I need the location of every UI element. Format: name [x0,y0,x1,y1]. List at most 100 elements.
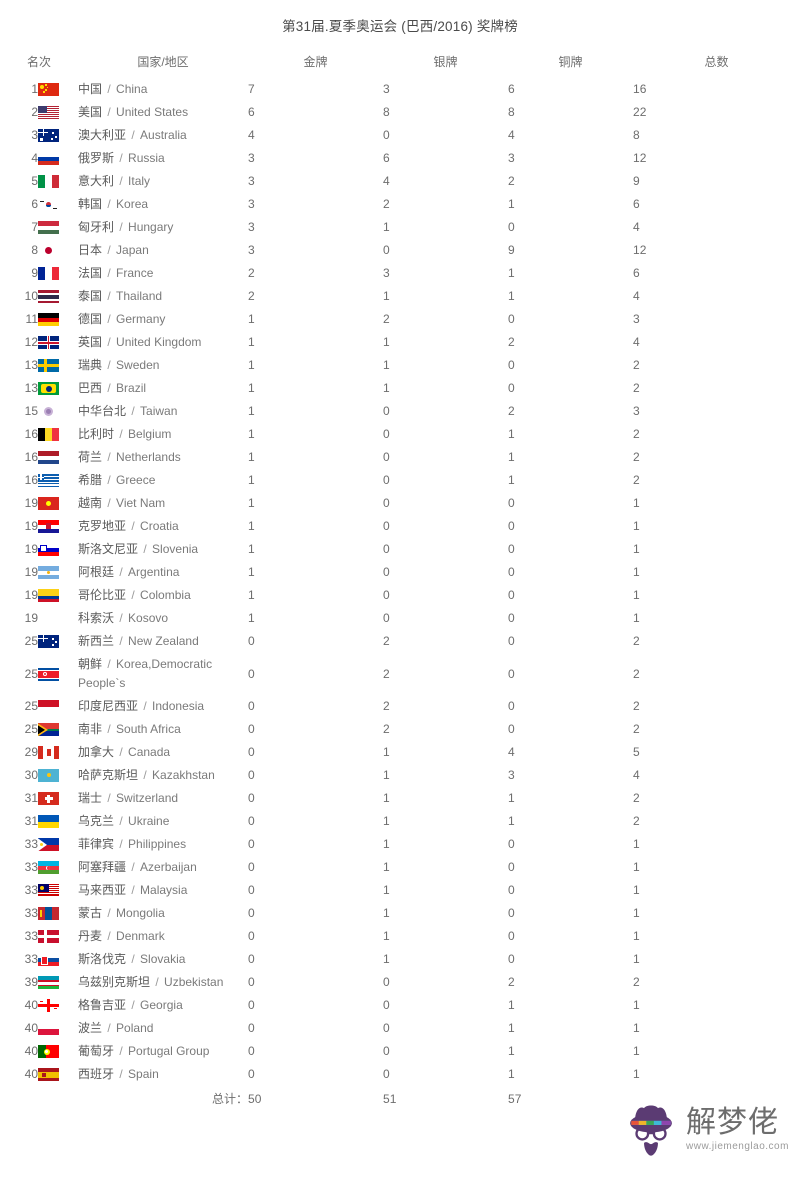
cell-country[interactable]: 巴西 / Brazil [78,377,248,400]
cell-country[interactable]: 斯洛伐克 / Slovakia [78,948,248,971]
cell-country[interactable]: 中国 / China [78,78,248,101]
cell-rank: 31 [24,791,38,805]
cell-country[interactable]: 俄罗斯 / Russia [78,147,248,170]
cell-gold: 0 [248,952,255,966]
cell-country[interactable]: 马来西亚 / Malaysia [78,879,248,902]
cell-rank: 16 [24,427,38,441]
cell-country[interactable]: 澳大利亚 / Australia [78,124,248,147]
flag-icon-za [38,723,59,737]
country-name-en: United States [116,105,189,119]
flag-icon-it [38,175,59,189]
cell-country[interactable]: 斯洛文尼亚 / Slovenia [78,538,248,561]
country-name-cn: 阿根廷 [78,565,115,579]
cell-country[interactable]: 南非 / South Africa [78,718,248,741]
flag-icon-th [38,290,59,304]
cell-country[interactable]: 格鲁吉亚 / Georgia [78,994,248,1017]
table-row: 13 瑞典 / Sweden 1 1 0 2 [0,354,800,377]
cell-country[interactable]: 克罗地亚 / Croatia [78,515,248,538]
cell-country[interactable]: 中华台北 / Taiwan [78,400,248,423]
country-name-en: Spain [128,1067,159,1081]
country-name-cn: 哈萨克斯坦 [78,768,139,782]
country-name-separator: / [104,791,115,805]
cell-country[interactable]: 哈萨克斯坦 / Kazakhstan [78,764,248,787]
country-name-cn: 越南 [78,496,103,510]
cell-country[interactable]: 英国 / United Kingdom [78,331,248,354]
cell-country[interactable]: 美国 / United States [78,101,248,124]
cell-rank: 19 [24,496,38,510]
cell-country[interactable]: 荷兰 / Netherlands [78,446,248,469]
cell-country[interactable]: 西班牙 / Spain [78,1063,248,1086]
cell-country[interactable]: 波兰 / Poland [78,1017,248,1040]
cell-country[interactable]: 乌兹别克斯坦 / Uzbekistan [78,971,248,994]
cell-country[interactable]: 新西兰 / New Zealand [78,630,248,653]
cell-bronze: 0 [508,312,515,326]
cell-total: 1 [633,929,640,943]
cell-country[interactable]: 意大利 / Italy [78,170,248,193]
country-name-separator: / [104,906,115,920]
cell-country[interactable]: 希腊 / Greece [78,469,248,492]
cell-flag [38,925,78,948]
flag-icon-my [38,884,59,898]
country-name-en: Japan [116,243,149,257]
cell-bronze: 1 [508,814,515,828]
cell-country[interactable]: 瑞士 / Switzerland [78,787,248,810]
cell-country[interactable]: 比利时 / Belgium [78,423,248,446]
cell-rank: 19 [24,588,38,602]
flag-icon-fr [38,267,59,281]
cell-country[interactable]: 葡萄牙 / Portugal Group [78,1040,248,1063]
table-row: 5 意大利 / Italy 3 4 2 9 [0,170,800,193]
totals-flag-blank [38,1086,78,1111]
table-row: 3 澳大利亚 / Australia 4 0 4 8 [0,124,800,147]
cell-country[interactable]: 阿根廷 / Argentina [78,561,248,584]
country-name-separator: / [104,1021,115,1035]
cell-country[interactable]: 阿塞拜疆 / Azerbaijan [78,856,248,879]
cell-country[interactable]: 匈牙利 / Hungary [78,216,248,239]
cell-country[interactable]: 乌克兰 / Ukraine [78,810,248,833]
cell-country[interactable]: 越南 / Viet Nam [78,492,248,515]
cell-bronze: 1 [508,998,515,1012]
cell-rank: 6 [31,197,38,211]
cell-total: 1 [633,837,640,851]
cell-silver: 1 [383,883,390,897]
table-row: 12 英国 / United Kingdom 1 1 2 4 [0,331,800,354]
cell-gold: 0 [248,1067,255,1081]
cell-flag [38,285,78,308]
cell-country[interactable]: 印度尼西亚 / Indonesia [78,695,248,718]
cell-country[interactable]: 哥伦比亚 / Colombia [78,584,248,607]
cell-total: 1 [633,906,640,920]
table-row: 25 朝鲜 / Korea,Democratic People`s 0 2 0 2 [0,653,800,695]
cell-country[interactable]: 瑞典 / Sweden [78,354,248,377]
cell-country[interactable]: 德国 / Germany [78,308,248,331]
cell-bronze: 0 [508,565,515,579]
cell-flag [38,833,78,856]
cell-silver: 0 [383,588,390,602]
cell-country[interactable]: 法国 / France [78,262,248,285]
cell-country[interactable]: 朝鲜 / Korea,Democratic People`s [78,653,248,695]
country-name-en: Kazakhstan [152,768,215,782]
cell-total: 22 [633,105,647,119]
cell-country[interactable]: 丹麦 / Denmark [78,925,248,948]
cell-flag [38,147,78,170]
cell-flag [38,469,78,492]
country-name-en: Poland [116,1021,154,1035]
cell-country[interactable]: 蒙古 / Mongolia [78,902,248,925]
cell-bronze: 0 [508,634,515,648]
country-name-separator: / [128,998,139,1012]
cell-country[interactable]: 菲律宾 / Philippines [78,833,248,856]
country-name-cn: 巴西 [78,381,103,395]
cell-country[interactable]: 科索沃 / Kosovo [78,607,248,630]
column-header-total: 总数 [704,55,729,69]
cell-bronze: 1 [508,197,515,211]
cell-country[interactable]: 泰国 / Thailand [78,285,248,308]
country-name-separator: / [128,519,139,533]
country-name-en: Colombia [140,588,191,602]
cell-country[interactable]: 加拿大 / Canada [78,741,248,764]
cell-gold: 1 [248,358,255,372]
cell-silver: 0 [383,542,390,556]
cell-country[interactable]: 日本 / Japan [78,239,248,262]
country-name-cn: 瑞典 [78,358,103,372]
cell-flag [38,607,78,630]
country-name-separator: / [116,427,127,441]
cell-country[interactable]: 韩国 / Korea [78,193,248,216]
flag-icon-ua [38,815,59,829]
